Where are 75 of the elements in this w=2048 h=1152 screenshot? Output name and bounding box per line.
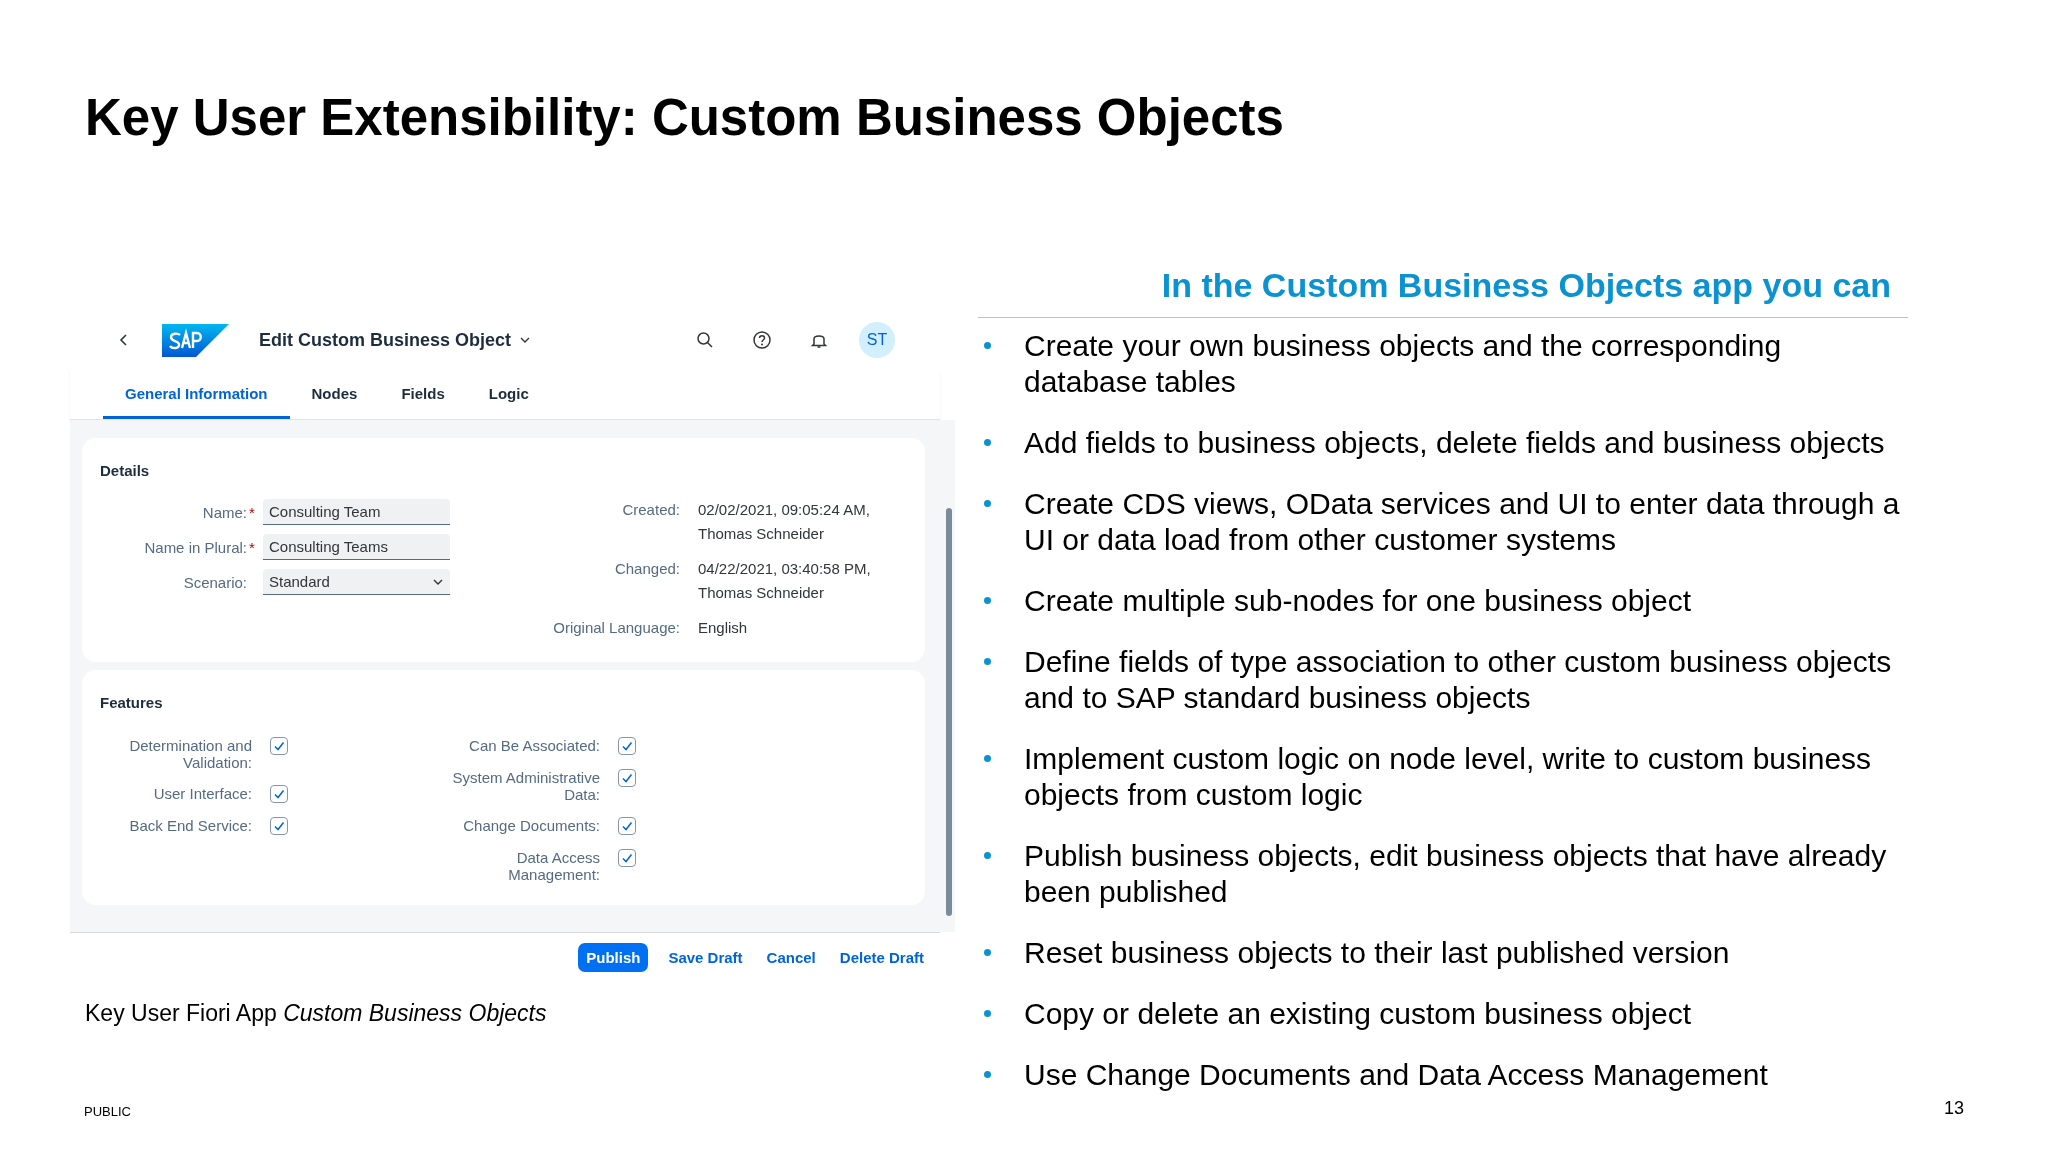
- page-number: 13: [1943, 1098, 1964, 1119]
- checkmark-icon: [273, 740, 285, 752]
- bullet-icon: [984, 500, 991, 507]
- field-label: Scenario:: [182, 573, 247, 591]
- screenshot-caption: Key User Fiori App Custom Business Objects: [85, 1000, 548, 1027]
- bullet-text: Reset business objects to their last published version: [1024, 935, 1731, 971]
- info-label: Original Language:: [552, 618, 680, 638]
- info-label: Changed:: [613, 559, 680, 579]
- checkbox[interactable]: [270, 737, 288, 755]
- checkbox[interactable]: [270, 817, 288, 835]
- input-field[interactable]: Consulting Team: [263, 499, 450, 525]
- panel-heading: In the Custom Business Objects app you can: [978, 266, 1908, 318]
- info-value: 04/22/2021, 03:40:58 PM, Thomas Schneider: [698, 559, 872, 603]
- checkbox[interactable]: [618, 817, 636, 835]
- bullet-text: Define fields of type association to other custom business objects and to SAP standard business objects: [1024, 644, 1893, 716]
- checkmark-icon: [273, 788, 285, 800]
- bullet-icon: [984, 658, 991, 665]
- tab[interactable]: Logic: [466, 370, 551, 419]
- info-value: English: [698, 618, 749, 638]
- info-label: Created:: [621, 500, 680, 520]
- checkmark-icon: [273, 820, 285, 832]
- bullet-text: Use Change Documents and Data Access Management: [1024, 1057, 1769, 1093]
- bullet-text: Add fields to business objects, delete fields and business objects: [1024, 425, 1886, 461]
- action-button[interactable]: Cancel: [762, 944, 820, 971]
- bullet-text: Create your own business objects and the corresponding database tables: [1024, 328, 1783, 400]
- user-avatar[interactable]: ST: [859, 322, 895, 358]
- checkbox-label: Determination and Validation:: [128, 737, 252, 771]
- section-heading: Details: [100, 462, 151, 479]
- checkmark-icon: [621, 772, 633, 784]
- bullet-icon: [984, 342, 991, 349]
- slide-title: Key User Extensibility: Custom Business Objects: [85, 88, 1285, 148]
- bullet-icon: [984, 755, 991, 762]
- bullet-text: Implement custom logic on node level, write to custom business objects from custom logic: [1024, 741, 1873, 813]
- bullet-icon: [984, 1010, 991, 1017]
- scrollbar[interactable]: [946, 508, 952, 916]
- field-label: Name in Plural:: [143, 538, 247, 556]
- info-value: 02/02/2021, 09:05:24 AM, Thomas Schneider: [698, 500, 871, 544]
- bullet-text: Create CDS views, OData services and UI to enter data through a UI or data load from other customer systems: [1024, 486, 1901, 558]
- checkbox-label: Back End Service:: [128, 817, 252, 834]
- required-mark: *: [248, 503, 255, 521]
- input-field[interactable]: Consulting Teams: [263, 534, 450, 560]
- search-icon[interactable]: [695, 330, 715, 350]
- checkmark-icon: [621, 852, 633, 864]
- app-title[interactable]: Edit Custom Business Object: [259, 329, 512, 351]
- select-field[interactable]: Standard: [263, 569, 450, 595]
- checkbox-label: Data Access Management:: [507, 849, 600, 883]
- help-icon[interactable]: [752, 330, 772, 350]
- checkbox-label: User Interface:: [152, 785, 252, 802]
- action-button[interactable]: Delete Draft: [835, 944, 928, 971]
- field-label: Name:: [201, 503, 247, 521]
- bullet-text: Publish business objects, edit business objects that have already been published: [1024, 838, 1888, 910]
- bullet-text: Create multiple sub-nodes for one business object: [1024, 583, 1693, 619]
- checkbox-label: System Administrative Data:: [451, 769, 600, 803]
- logo-icon: [162, 323, 229, 357]
- tab[interactable]: Nodes: [289, 370, 380, 419]
- action-button[interactable]: Publish: [578, 943, 649, 972]
- classification-label: PUBLIC: [84, 1104, 131, 1119]
- checkbox-label: Can Be Associated:: [468, 737, 600, 754]
- checkbox-label: Change Documents:: [462, 817, 600, 834]
- checkbox[interactable]: [270, 785, 288, 803]
- action-button[interactable]: Save Draft: [664, 944, 747, 971]
- checkbox[interactable]: [618, 849, 636, 867]
- checkbox[interactable]: [618, 769, 636, 787]
- bullet-icon: [984, 1071, 991, 1078]
- bullet-icon: [984, 852, 991, 859]
- bullet-text: Copy or delete an existing custom business object: [1024, 996, 1693, 1032]
- section-heading: Features: [100, 694, 164, 711]
- bullet-icon: [984, 949, 991, 956]
- checkmark-icon: [621, 740, 633, 752]
- bullet-icon: [984, 439, 991, 446]
- checkmark-icon: [621, 820, 633, 832]
- required-mark: *: [248, 538, 255, 556]
- checkbox[interactable]: [618, 737, 636, 755]
- tab[interactable]: Fields: [379, 370, 467, 419]
- bullet-icon: [984, 597, 991, 604]
